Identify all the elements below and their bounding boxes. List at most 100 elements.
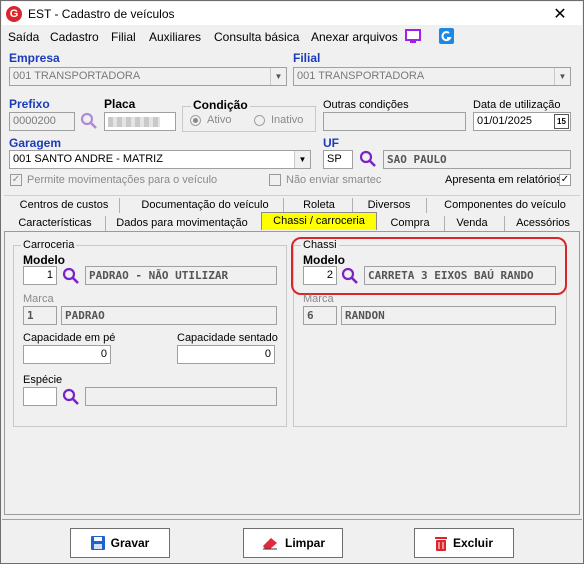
relatorios-checkbox[interactable]: ✓ (559, 174, 571, 186)
search-icon[interactable] (62, 267, 80, 285)
relatorios-label: Apresenta em relatórios (445, 174, 562, 186)
garagem-select[interactable]: 001 SANTO ANDRE - MATRIZ ▼ (9, 150, 311, 169)
outras-condicoes-label: Outras condições (323, 99, 409, 111)
garagem-value: 001 SANTO ANDRE - MATRIZ (13, 153, 163, 165)
carroceria-modelo-code[interactable]: 1 (23, 266, 57, 285)
especie-label: Espécie (23, 374, 63, 386)
especie-code[interactable] (23, 387, 57, 406)
cap-sentado-input[interactable]: 0 (177, 345, 275, 364)
cap-pe-input[interactable]: 0 (23, 345, 111, 364)
menu-filial[interactable]: Filial (111, 30, 136, 44)
menu-anexar-arquivos[interactable]: Anexar arquivos (311, 30, 398, 44)
outras-condicoes-input[interactable] (323, 112, 466, 131)
cap-sentado-label: Capacidade sentado (177, 332, 278, 344)
carroceria-marca-code: 1 (23, 306, 57, 325)
carroceria-marca-label: Marca (23, 293, 54, 305)
tab-separator (283, 198, 284, 213)
tabs-divider (4, 195, 580, 196)
carroceria-marca-name: PADRAO (61, 306, 277, 325)
inativo-radio[interactable] (254, 115, 265, 126)
tab-venda[interactable]: Venda (453, 215, 491, 232)
chevron-down-icon[interactable]: ▼ (554, 68, 570, 85)
excluir-label: Excluir (452, 536, 494, 550)
placa-input[interactable] (104, 112, 176, 131)
eraser-icon (262, 538, 277, 550)
menu-cadastro[interactable]: Cadastro (50, 30, 99, 44)
permite-label: Permite movimentações para o veículo (27, 174, 218, 186)
smartec-checkbox[interactable] (269, 174, 281, 186)
menu-consulta-basica[interactable]: Consulta básica (214, 30, 299, 44)
chassi-modelo-code[interactable]: 2 (303, 266, 337, 285)
chassi-marca-code: 6 (303, 306, 337, 325)
tab-chassi-carroceria[interactable]: Chassi / carroceria (261, 212, 377, 230)
save-icon (90, 536, 105, 550)
calendar-icon[interactable]: 15 (554, 114, 569, 129)
tab-acessorios[interactable]: Acessórios (513, 215, 573, 232)
chevron-down-icon[interactable]: ▼ (294, 151, 310, 168)
tab-componentes[interactable]: Componentes do veículo (441, 197, 569, 214)
tab-documentacao[interactable]: Documentação do veículo (137, 197, 273, 214)
data-utilizacao-input[interactable]: 01/01/2025 15 (473, 112, 571, 131)
tab-separator (426, 198, 427, 213)
uf-input[interactable]: SP (323, 150, 353, 169)
smartec-label: Não enviar smartec (286, 174, 382, 186)
carroceria-modelo-name: PADRAO - NÃO UTILIZAR (85, 266, 277, 285)
carroceria-title: Carroceria (21, 239, 77, 251)
excluir-button[interactable]: Excluir (414, 528, 514, 558)
empresa-value: 001 TRANSPORTADORA (13, 70, 141, 82)
search-icon[interactable] (62, 388, 80, 406)
filial-label: Filial (293, 51, 321, 65)
placa-blurred-value (108, 117, 160, 127)
carroceria-modelo-label: Modelo (23, 253, 65, 267)
filial-select[interactable]: 001 TRANSPORTADORA ▼ (293, 67, 571, 86)
tab-separator (504, 216, 505, 231)
uf-label: UF (323, 136, 339, 150)
trash-icon (434, 536, 447, 551)
cap-pe-label: Capacidade em pé (23, 332, 116, 344)
menu-auxiliares[interactable]: Auxiliares (149, 30, 201, 44)
tab-centros-de-custos[interactable]: Centros de custos (17, 197, 111, 214)
data-utilizacao-label: Data de utilização (473, 99, 561, 111)
inativo-label: Inativo (271, 114, 304, 126)
chassi-marca-label: Marca (303, 293, 334, 305)
main-window: G EST - Cadastro de veículos ✕ Saída Cad… (0, 0, 584, 564)
empresa-select[interactable]: 001 TRANSPORTADORA ▼ (9, 67, 287, 86)
gravar-label: Gravar (110, 536, 150, 550)
app-logo-icon[interactable] (439, 28, 454, 44)
ativo-label: Ativo (207, 114, 232, 126)
filial-value: 001 TRANSPORTADORA (297, 70, 425, 82)
ativo-radio[interactable] (190, 115, 201, 126)
tab-separator (444, 216, 445, 231)
chassi-marca-name: RANDON (341, 306, 556, 325)
placa-label: Placa (104, 97, 136, 111)
empresa-label: Empresa (9, 51, 60, 65)
close-button[interactable]: ✕ (550, 4, 570, 24)
limpar-label: Limpar (284, 536, 325, 550)
gravar-button[interactable]: Gravar (70, 528, 170, 558)
tab-dados-movimentacao[interactable]: Dados para movimentação (115, 215, 249, 232)
permite-checkbox[interactable]: ✓ (10, 174, 22, 186)
bottom-divider (2, 519, 582, 520)
chevron-down-icon[interactable]: ▼ (270, 68, 286, 85)
app-logo-icon: G (6, 6, 22, 22)
prefixo-input[interactable]: 0000200 (9, 112, 75, 131)
menu-bar: Saída Cadastro Filial Auxiliares Consult… (2, 26, 582, 48)
tab-separator (352, 198, 353, 213)
search-icon[interactable] (341, 267, 359, 285)
chassi-modelo-name: CARRETA 3 EIXOS BAÚ RANDO (364, 266, 556, 285)
tab-separator (119, 198, 120, 213)
condicao-label: Condição (191, 98, 250, 112)
title-bar: G EST - Cadastro de veículos ✕ (2, 2, 582, 25)
tab-caracteristicas[interactable]: Características (15, 215, 95, 232)
monitor-icon[interactable] (405, 29, 421, 44)
menu-saida[interactable]: Saída (8, 30, 39, 44)
search-icon[interactable] (80, 112, 98, 130)
tab-compra[interactable]: Compra (389, 215, 431, 232)
tab-separator (105, 216, 106, 231)
search-icon[interactable] (359, 150, 377, 168)
especie-name (85, 387, 277, 406)
garagem-label: Garagem (9, 136, 62, 150)
chassi-modelo-label: Modelo (303, 253, 345, 267)
limpar-button[interactable]: Limpar (243, 528, 343, 558)
prefixo-label: Prefixo (9, 97, 50, 111)
